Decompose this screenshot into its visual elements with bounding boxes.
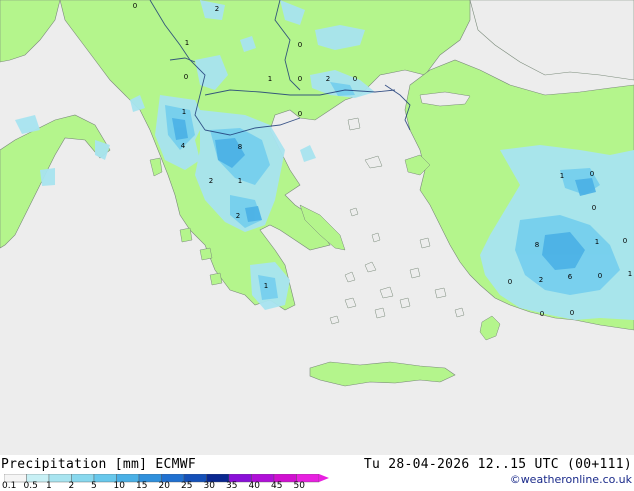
precip-value-label: 2 bbox=[209, 177, 213, 185]
precip-value-label: 0 bbox=[133, 2, 137, 10]
precip-value-label: 0 bbox=[353, 75, 357, 83]
precip-value-label: 6 bbox=[568, 273, 573, 281]
precip-value-label: 2 bbox=[539, 276, 543, 284]
precip-value-label: 0 bbox=[540, 310, 544, 318]
precip-value-label: 2 bbox=[215, 5, 219, 13]
precip-value-label: 0 bbox=[184, 73, 188, 81]
precip-value-label: 0 bbox=[623, 237, 627, 245]
weatheronline-credit-link[interactable]: ©weatheronline.co.uk bbox=[510, 473, 632, 486]
precip-value-label: 0 bbox=[570, 309, 574, 317]
precip-value-label: 0 bbox=[298, 41, 302, 49]
precip-value-label: 1 bbox=[182, 108, 186, 116]
map-footer: Precipitation [mm] ECMWF Tu 28-04-2026 1… bbox=[0, 455, 634, 491]
land-thasos bbox=[347, 117, 361, 131]
precip-value-label: 1 bbox=[268, 75, 272, 83]
sea-black-sea bbox=[469, 0, 634, 81]
precip-value-label: 1 bbox=[595, 238, 599, 246]
precip-value-label: 1 bbox=[560, 172, 564, 180]
precip-value-label: 1 bbox=[238, 177, 242, 185]
land-rhodes bbox=[479, 315, 501, 341]
precip-value-label: 0 bbox=[590, 170, 594, 178]
precip-value-label: 0 bbox=[592, 204, 596, 212]
land-lemnos bbox=[364, 155, 383, 169]
precip-value-label: 8 bbox=[238, 143, 242, 151]
map-title: Precipitation [mm] ECMWF bbox=[1, 457, 197, 472]
forecast-datetime: Tu 28-04-2026 12..15 UTC (00+111) bbox=[363, 457, 632, 472]
precip-value-label: 1 bbox=[185, 39, 189, 47]
land-crete bbox=[309, 361, 456, 387]
precipitation-map: 0 2 1 0 0 1 0 2 0 1 0 4 8 2 1 1 0 2 0 8 1 0 2 6 0 1 0 1 0 0 bbox=[0, 0, 634, 455]
map-canvas: 0 2 1 0 0 1 0 2 0 1 0 4 8 2 1 1 0 2 0 8 1 0 2 6 0 1 0 1 0 0 bbox=[0, 0, 634, 387]
precip-value-label: 4 bbox=[181, 142, 186, 150]
precip-value-label: 2 bbox=[236, 212, 240, 220]
precip-value-label: 1 bbox=[264, 282, 268, 290]
precip-value-label: 0 bbox=[298, 110, 302, 118]
precip-value-label: 0 bbox=[298, 75, 302, 83]
precip-value-label: 8 bbox=[535, 241, 539, 249]
precip-value-label: 0 bbox=[598, 272, 602, 280]
land-italy bbox=[0, 0, 61, 63]
precip-value-label: 2 bbox=[326, 75, 330, 83]
precip-value-label: 0 bbox=[508, 278, 512, 286]
precip-value-label: 1 bbox=[628, 270, 632, 278]
